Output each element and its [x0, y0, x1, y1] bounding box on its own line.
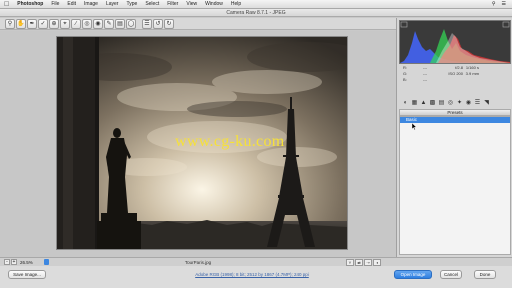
white-balance-tool-icon[interactable]: ✒	[27, 18, 37, 29]
watermark-text: www.cg-ku.com	[175, 133, 285, 150]
rotate-ccw-icon[interactable]: ↺	[153, 18, 163, 29]
histogram	[399, 20, 511, 64]
apple-icon[interactable]: 	[4, 0, 9, 9]
photo-preview[interactable]: www.cg-ku.com	[56, 36, 348, 250]
mouse-cursor-icon	[412, 123, 417, 130]
copy-settings-icon[interactable]: ⇢	[364, 259, 372, 266]
preview-status-bar: - + 26.5% TourParis.jpg Y ⇄ ⇢ ◑	[0, 257, 512, 266]
menu-layer[interactable]: Layer	[106, 0, 119, 9]
hsl-tab-icon[interactable]: ▩	[428, 99, 437, 108]
zoom-tool-icon[interactable]: ⚲	[5, 18, 15, 29]
tone-curve-tab-icon[interactable]: ▦	[410, 99, 419, 108]
menu-help[interactable]: Help	[231, 0, 241, 9]
menu-image[interactable]: Image	[84, 0, 98, 9]
hand-tool-icon[interactable]: ✋	[16, 18, 26, 29]
split-toning-tab-icon[interactable]: ▤	[437, 99, 446, 108]
presets-list: Basic	[399, 116, 511, 255]
focal-length-value: 3.9 mm	[465, 71, 479, 76]
lens-corrections-tab-icon[interactable]: ◎	[446, 99, 455, 108]
basic-tab-icon[interactable]: ◐	[401, 99, 410, 108]
right-panel: R: --- f/2.8 1/160 s G: --- ISO 200 3.9 …	[396, 18, 512, 257]
targeted-adjustment-tool-icon[interactable]: ⊕	[49, 18, 59, 29]
effects-tab-icon[interactable]: ✦	[455, 99, 464, 108]
search-icon[interactable]: ⚲	[492, 0, 496, 9]
adjustment-brush-icon[interactable]: ✎	[104, 18, 114, 29]
histogram-readout: R: --- f/2.8 1/160 s G: --- ISO 200 3.9 …	[399, 65, 511, 95]
window-title: Camera Raw 8.7.1 - JPEG	[0, 9, 512, 17]
app-menu[interactable]: Photoshop	[17, 0, 43, 9]
view-buttons: Y ⇄ ⇢ ◑	[346, 259, 381, 266]
camera-calibration-tab-icon[interactable]: ◉	[464, 99, 473, 108]
menu-select[interactable]: Select	[145, 0, 159, 9]
presets-tab-icon[interactable]: ☰	[473, 99, 482, 108]
readout-row-b: B: ---	[399, 77, 511, 83]
list-icon[interactable]: ☰	[502, 0, 506, 9]
cancel-button[interactable]: Cancel	[440, 270, 462, 279]
crop-tool-icon[interactable]: ⌖	[60, 18, 70, 29]
detail-tab-icon[interactable]: ▲	[419, 99, 428, 108]
menu-filter[interactable]: Filter	[167, 0, 178, 9]
histogram-graph	[400, 21, 510, 63]
presets-title: Presets	[399, 109, 511, 116]
radial-filter-icon[interactable]: ◯	[126, 18, 136, 29]
b-value: ---	[423, 77, 427, 82]
menu-file[interactable]: File	[51, 0, 59, 9]
toggle-settings-icon[interactable]: ◑	[373, 259, 381, 266]
menu-edit[interactable]: Edit	[67, 0, 76, 9]
menu-view[interactable]: View	[186, 0, 197, 9]
graduated-filter-icon[interactable]: ▤	[115, 18, 125, 29]
b-label: B:	[403, 77, 407, 82]
swap-settings-icon[interactable]: ⇄	[355, 259, 363, 266]
iso-value: ISO 200	[448, 71, 463, 76]
rotate-cw-icon[interactable]: ↻	[164, 18, 174, 29]
before-after-view-icon[interactable]: Y	[346, 259, 354, 266]
workflow-options-link[interactable]: Adobe RGB (1998); 8 bit; 2512 by 1867 (4…	[172, 271, 332, 278]
menu-window[interactable]: Window	[205, 0, 223, 9]
snapshots-tab-icon[interactable]: ◥	[482, 99, 491, 108]
done-button[interactable]: Done	[474, 270, 496, 279]
menu-extras: ⚲ ☰	[492, 0, 512, 9]
panel-tabs: ◐ ▦ ▲ ▩ ▤ ◎ ✦ ◉ ☰ ◥	[399, 98, 511, 108]
open-image-button[interactable]: Open Image	[394, 270, 432, 279]
save-image-button[interactable]: Save Image...	[8, 270, 46, 279]
preferences-icon[interactable]: ☰	[142, 18, 152, 29]
menu-type[interactable]: Type	[126, 0, 137, 9]
color-sampler-tool-icon[interactable]: ✓	[38, 18, 48, 29]
straighten-tool-icon[interactable]: ∕	[71, 18, 81, 29]
image-preview-area[interactable]: www.cg-ku.com	[0, 31, 396, 257]
file-name: TourParis.jpg	[184, 260, 212, 265]
spot-removal-tool-icon[interactable]: ◎	[82, 18, 92, 29]
menu-bar:  Photoshop File Edit Image Layer Type S…	[0, 0, 512, 9]
red-eye-tool-icon[interactable]: ◉	[93, 18, 103, 29]
bottom-bar: Save Image... Adobe RGB (1998); 8 bit; 2…	[0, 266, 512, 288]
